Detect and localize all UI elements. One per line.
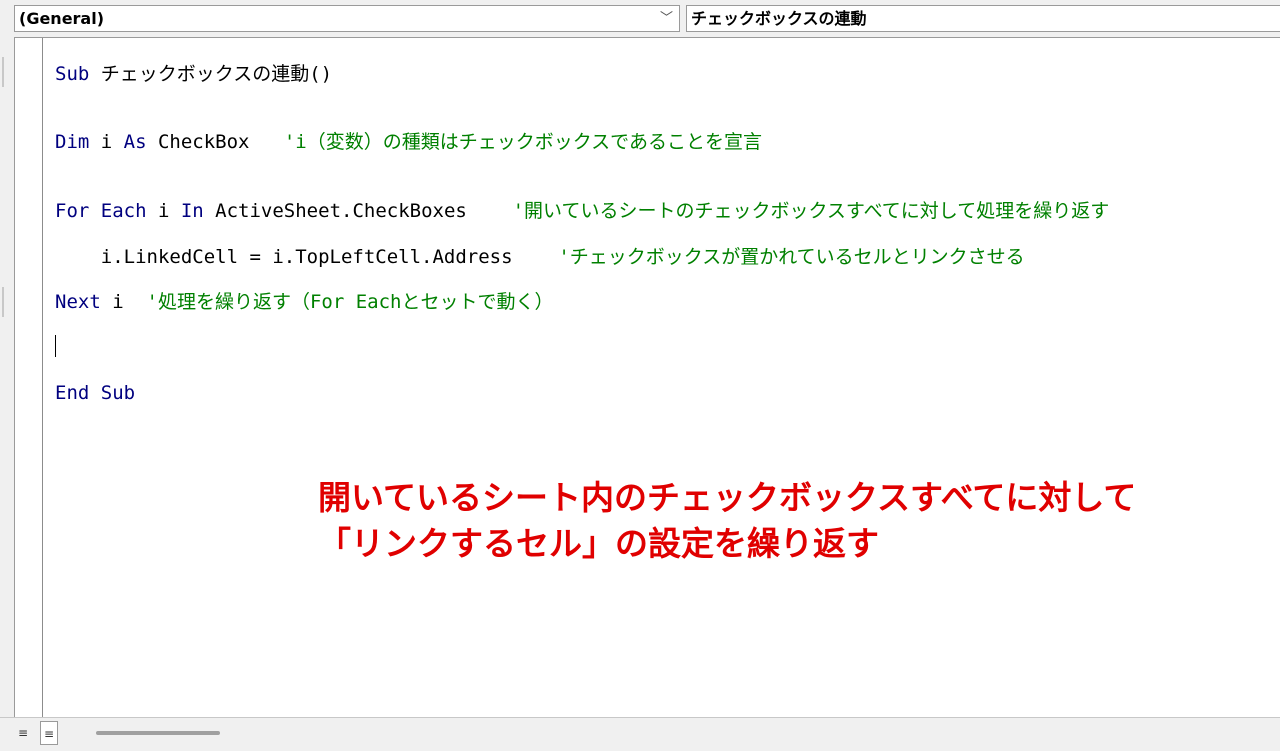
object-combobox[interactable]: (General) ﹀ [14,5,680,32]
code-line-next[interactable]: Next i '処理を繰り返す（For Eachとセットで動く） [55,289,553,315]
procedure-combobox-value: チェックボックスの連動 [691,9,867,28]
keyword: For Each [55,200,147,222]
code-text: i.LinkedCell = i.TopLeftCell.Address [55,246,559,268]
object-combobox-value: (General) [19,9,105,28]
code-comment: 'i（変数）の種類はチェックボックスであることを宣言 [283,131,762,153]
code-text: チェックボックスの連動() [89,63,333,85]
code-line-end-sub[interactable]: End Sub [55,380,135,406]
code-window-toolbar: (General) ﹀ チェックボックスの連動 [0,0,1280,37]
code-text: CheckBox [146,131,284,153]
keyword: In [180,200,204,222]
code-comment: '開いているシートのチェックボックスすべてに対して処理を繰り返す [512,200,1110,222]
edge-mark [2,57,4,87]
edge-mark [2,287,4,317]
annotation-line-2: 「リンクするセル」の設定を繰り返す [318,524,879,563]
full-module-view-button[interactable]: ≡ [40,721,58,745]
window-left-edge [0,37,14,717]
code-line-linked-cell[interactable]: i.LinkedCell = i.TopLeftCell.Address 'チェ… [55,244,1025,270]
code-text: ActiveSheet.CheckBoxes [203,200,513,222]
code-window-bottom-bar: ≡ ≡ [0,717,1280,751]
code-text: i [146,200,181,222]
code-comment: '処理を繰り返す（For Eachとセットで動く） [146,291,554,313]
code-text: i [89,131,124,153]
code-line-dim[interactable]: Dim i As CheckBox 'i（変数）の種類はチェックボックスであるこ… [55,129,762,155]
code-editor[interactable]: Sub チェックボックスの連動() Dim i As CheckBox 'i（変… [14,37,1280,717]
keyword: Dim [55,131,90,153]
procedure-combobox[interactable]: チェックボックスの連動 [686,5,1280,32]
margin-indicator-bar[interactable] [15,38,43,717]
code-line-for-each[interactable]: For Each i In ActiveSheet.CheckBoxes '開い… [55,198,1109,224]
code-comment: 'チェックボックスが置かれているセルとリンクさせる [558,246,1025,268]
keyword: As [123,131,147,153]
code-text: i [100,291,147,313]
keyword: Next [55,291,101,313]
annotation-line-1: 開いているシート内のチェックボックスすべてに対して [318,478,1137,517]
code-line-sub[interactable]: Sub チェックボックスの連動() [55,61,332,87]
keyword: Sub [55,63,90,85]
chevron-down-icon[interactable]: ﹀ [660,6,673,31]
horizontal-scrollbar-thumb[interactable] [96,731,220,735]
procedure-view-button[interactable]: ≡ [14,721,32,745]
keyword: End Sub [55,382,136,404]
text-caret [55,335,56,357]
